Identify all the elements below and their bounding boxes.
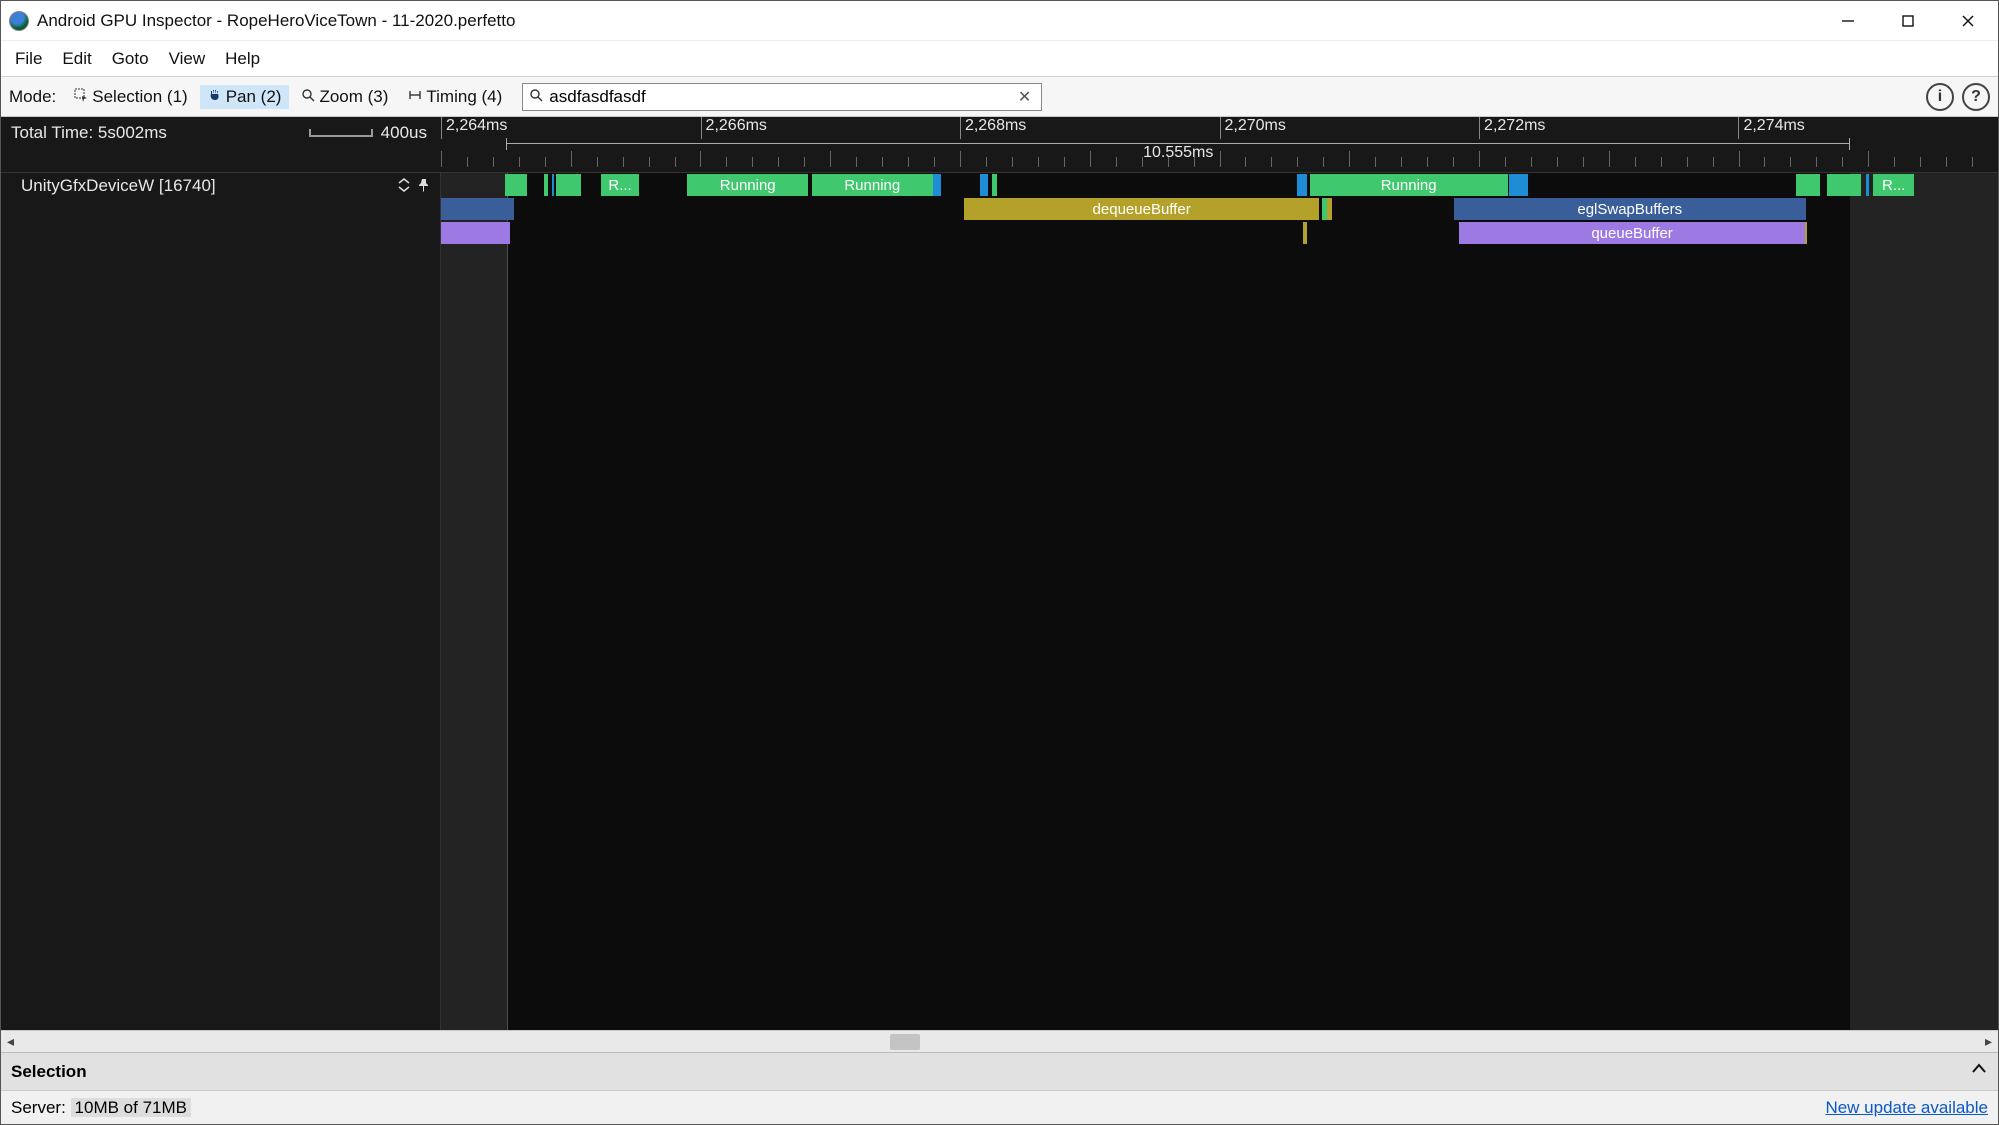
- timeline-segment[interactable]: [1509, 174, 1528, 196]
- scale-label: 400us: [381, 123, 427, 143]
- timeline-segment[interactable]: [1327, 198, 1332, 220]
- time-ruler[interactable]: 2,264ms 2,266ms 2,268ms 2,270ms 2,272ms 2,274…: [441, 117, 1998, 172]
- close-button[interactable]: [1938, 1, 1998, 41]
- mode-selection-label: Selection (1): [92, 87, 187, 107]
- timeline-segment[interactable]: eglSwapBuffers: [1454, 198, 1806, 220]
- ruler-tick: 2,270ms: [1220, 117, 1286, 139]
- selection-icon: [74, 88, 88, 105]
- zoom-icon: [301, 88, 315, 105]
- timeline-segment[interactable]: [544, 174, 549, 196]
- timeline-segment[interactable]: [1866, 174, 1869, 196]
- track-name: UnityGfxDeviceW [16740]: [21, 176, 216, 196]
- timeline-segment[interactable]: [556, 174, 581, 196]
- timeline-segment[interactable]: R...: [1873, 174, 1913, 196]
- update-link[interactable]: New update available: [1825, 1098, 1988, 1118]
- timeline-segment[interactable]: queueBuffer: [1459, 222, 1805, 244]
- menu-view[interactable]: View: [159, 45, 216, 73]
- timeline-segment[interactable]: [441, 198, 514, 220]
- ruler-tick: 2,274ms: [1738, 117, 1804, 139]
- ruler-tick: 2,266ms: [701, 117, 767, 139]
- menu-goto[interactable]: Goto: [102, 45, 159, 73]
- scale-indicator: 400us: [309, 123, 427, 143]
- help-button[interactable]: ?: [1962, 83, 1990, 111]
- visible-range-label: 10.555ms: [506, 143, 1850, 163]
- timeline-segment[interactable]: [1827, 174, 1861, 196]
- timeline-segment[interactable]: dequeueBuffer: [964, 198, 1319, 220]
- mode-selection[interactable]: Selection (1): [66, 85, 195, 109]
- selection-panel[interactable]: Selection: [1, 1052, 1998, 1090]
- mode-zoom-label: Zoom (3): [319, 87, 388, 107]
- shade-after: [1850, 173, 1998, 1030]
- ruler-tick: 2,272ms: [1479, 117, 1545, 139]
- selection-title: Selection: [11, 1062, 87, 1082]
- timeline-segment[interactable]: [1796, 174, 1821, 196]
- timeline: Total Time: 5s002ms 400us 2,264ms 2,266ms…: [1, 117, 1998, 1030]
- mode-zoom[interactable]: Zoom (3): [293, 85, 396, 109]
- ruler-tick: 2,264ms: [441, 117, 507, 139]
- scroll-left-icon[interactable]: ◂: [7, 1033, 14, 1050]
- mode-timing-label: Timing (4): [426, 87, 502, 107]
- ruler-tick: 2,268ms: [960, 117, 1026, 139]
- timing-icon: [408, 88, 422, 105]
- collapse-icon[interactable]: [398, 178, 410, 195]
- pin-icon[interactable]: [418, 178, 430, 195]
- scroll-right-icon[interactable]: ▸: [1985, 1033, 1992, 1050]
- timeline-header: Total Time: 5s002ms 400us 2,264ms 2,266ms…: [1, 117, 1998, 173]
- timeline-segment[interactable]: [933, 174, 941, 196]
- timeline-segment[interactable]: Running: [1310, 174, 1508, 196]
- mode-timing[interactable]: Timing (4): [400, 85, 510, 109]
- question-icon: ?: [1971, 88, 1981, 106]
- menu-edit[interactable]: Edit: [52, 45, 101, 73]
- maximize-button[interactable]: [1878, 1, 1938, 41]
- range-start-line: [507, 173, 508, 1030]
- search-input[interactable]: [549, 84, 1008, 110]
- status-bar: Server: 10MB of 71MB New update availabl…: [1, 1090, 1998, 1124]
- title-bar: Android GPU Inspector - RopeHeroViceTown…: [1, 1, 1998, 41]
- app-icon: [9, 11, 29, 31]
- timeline-segment[interactable]: [552, 174, 554, 196]
- horizontal-scrollbar[interactable]: ◂ ▸: [1, 1030, 1998, 1052]
- toolbar: Mode: Selection (1) Pan (2) Zoom (3) Tim…: [1, 77, 1998, 117]
- search-clear-icon[interactable]: ✕: [1008, 87, 1041, 107]
- pan-icon: [208, 88, 222, 105]
- mode-label: Mode:: [9, 87, 56, 107]
- track-lanes[interactable]: R...RunningRunningRunningR...dequeueBuff…: [441, 173, 1998, 1030]
- minimize-button[interactable]: [1818, 1, 1878, 41]
- mode-pan-label: Pan (2): [226, 87, 282, 107]
- search-icon: [523, 88, 549, 105]
- timeline-segment[interactable]: [505, 174, 527, 196]
- window-title: Android GPU Inspector - RopeHeroViceTown…: [37, 11, 515, 31]
- shade-before: [441, 173, 507, 1030]
- timeline-segment[interactable]: [1805, 222, 1807, 244]
- timeline-segment[interactable]: [980, 174, 988, 196]
- total-time-label: Total Time: 5s002ms: [11, 123, 167, 143]
- timeline-segment[interactable]: [1303, 222, 1307, 244]
- mode-pan[interactable]: Pan (2): [200, 85, 290, 109]
- scroll-thumb[interactable]: [890, 1034, 920, 1050]
- menu-help[interactable]: Help: [215, 45, 270, 73]
- timeline-segment[interactable]: R...: [601, 174, 638, 196]
- chevron-up-icon[interactable]: [1970, 1060, 1988, 1083]
- info-button[interactable]: i: [1926, 83, 1954, 111]
- menu-file[interactable]: File: [5, 45, 52, 73]
- timeline-segment[interactable]: [992, 174, 997, 196]
- track-header[interactable]: UnityGfxDeviceW [16740]: [1, 173, 440, 199]
- timeline-segment[interactable]: Running: [812, 174, 933, 196]
- timeline-segment[interactable]: Running: [687, 174, 808, 196]
- timeline-segment[interactable]: [441, 222, 510, 244]
- info-icon: i: [1938, 88, 1942, 106]
- server-memory: 10MB of 71MB: [71, 1098, 191, 1117]
- search-box: ✕: [522, 83, 1042, 111]
- timeline-segment[interactable]: [1297, 174, 1306, 196]
- menu-bar: File Edit Goto View Help: [1, 41, 1998, 77]
- server-label: Server:: [11, 1098, 66, 1117]
